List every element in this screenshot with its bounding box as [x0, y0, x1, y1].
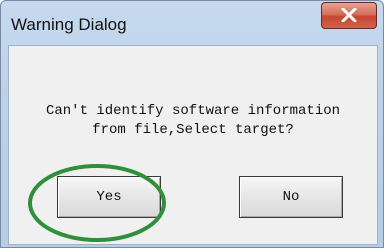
title-bar[interactable]: Warning Dialog	[1, 1, 383, 45]
no-button[interactable]: No	[239, 176, 343, 218]
yes-button[interactable]: Yes	[57, 176, 161, 218]
close-icon	[341, 8, 357, 22]
warning-dialog-window: Warning Dialog Can't identify software i…	[0, 0, 384, 248]
dialog-body: Can't identify software information from…	[8, 45, 378, 245]
window-title: Warning Dialog	[11, 15, 127, 34]
warning-message: Can't identify software information from…	[9, 102, 377, 140]
close-button[interactable]	[321, 2, 377, 29]
message-line-1: Can't identify software information	[45, 103, 341, 119]
message-line-2: from file,Select target?	[92, 122, 294, 138]
